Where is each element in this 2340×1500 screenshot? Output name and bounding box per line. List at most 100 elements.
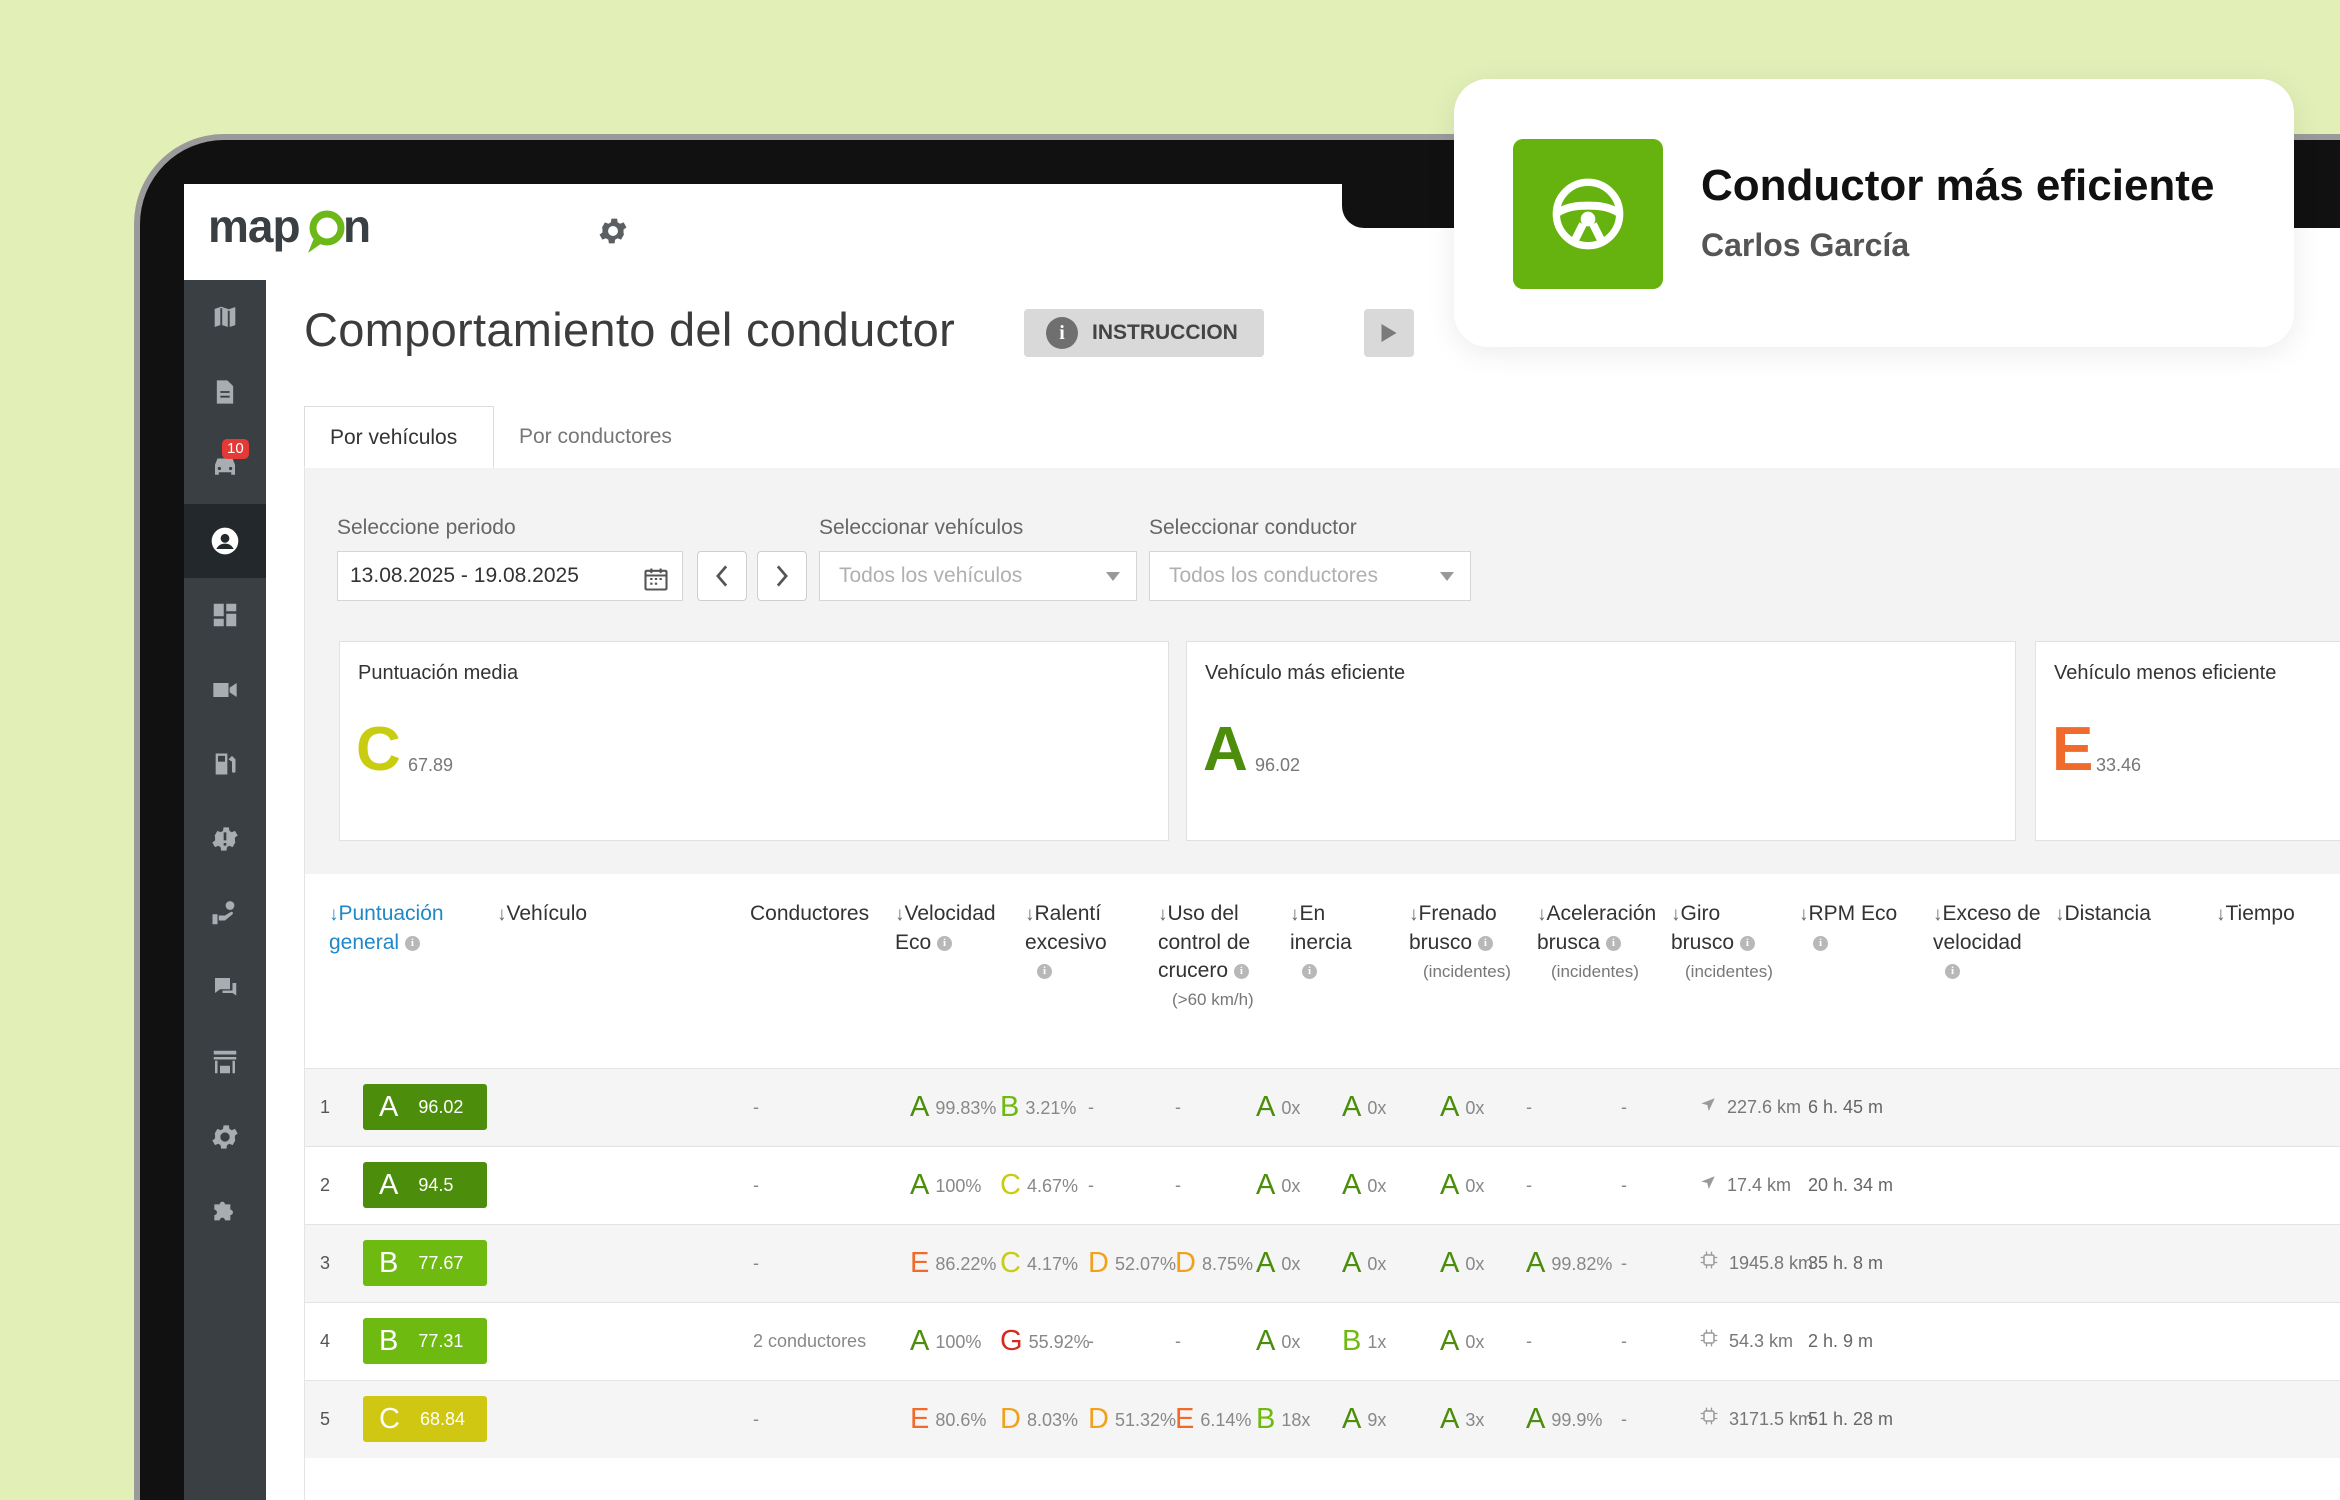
- turn-cell: A 0x: [1440, 1069, 1484, 1146]
- eco-cell: E 86.22%: [910, 1225, 996, 1302]
- settings-gear-icon[interactable]: [596, 214, 630, 253]
- drivers-cell[interactable]: 2 conductores: [753, 1303, 866, 1380]
- table-row[interactable]: 4 B 77.31 2 conductores A 100% G 55.92% - - A 0x B 1x…: [305, 1302, 2340, 1380]
- cruise-cell: -: [1088, 1069, 1094, 1146]
- info-icon[interactable]: i: [1813, 935, 1828, 951]
- col-accel-header[interactable]: ↓Aceleración brusca i (incidentes): [1537, 900, 1667, 985]
- sidebar-item-finance[interactable]: [184, 876, 266, 951]
- table-row[interactable]: 5 C 68.84- E 80.6% D 8.03% D 51.32% E 6.14% B 18x A 9x…: [305, 1380, 2340, 1458]
- col-idle-header[interactable]: ↓Ralentí excesivo i: [1025, 900, 1125, 985]
- col-coast-header[interactable]: ↓En inercia i: [1290, 900, 1375, 985]
- distance-value: 1945.8 km: [1729, 1253, 1814, 1273]
- grade-letter: A: [1256, 1247, 1276, 1279]
- tab-by-drivers[interactable]: Por conductores: [494, 406, 697, 468]
- chevron-right-icon: [776, 565, 788, 587]
- info-icon[interactable]: i: [937, 935, 953, 951]
- overspeed-cell: -: [1621, 1331, 1627, 1351]
- info-icon[interactable]: i: [404, 935, 420, 951]
- info-icon[interactable]: i: [1233, 963, 1249, 979]
- sidebar-item-integrations[interactable]: [184, 1174, 266, 1249]
- col-score-header[interactable]: ↓Puntuación general i: [329, 900, 459, 957]
- puzzle-icon: [214, 1201, 233, 1221]
- col-overspeed-header[interactable]: ↓Exceso de velocidad i: [1933, 900, 2043, 985]
- sidebar-item-fuel[interactable]: [184, 727, 266, 802]
- info-icon[interactable]: i: [1037, 963, 1052, 979]
- sidebar-item-video[interactable]: [184, 653, 266, 728]
- play-video-button[interactable]: [1364, 309, 1414, 357]
- calendar-icon[interactable]: [642, 563, 670, 611]
- logo-text-left: map: [208, 200, 300, 252]
- sidebar-item-dashboard[interactable]: [184, 578, 266, 653]
- cruise-cell: D 51.32%: [1088, 1381, 1176, 1458]
- col-turn-header[interactable]: ↓Giro brusco i (incidentes): [1671, 900, 1781, 985]
- grade-letter: A: [1440, 1403, 1460, 1435]
- metric-value: 55.92%: [1028, 1332, 1090, 1352]
- col-distance-header[interactable]: ↓Distancia: [2055, 900, 2151, 929]
- accel-cell: A 0x: [1342, 1147, 1386, 1224]
- previous-period-button[interactable]: [697, 551, 747, 601]
- info-icon[interactable]: i: [1739, 935, 1755, 951]
- notification-driver-name: Carlos García: [1701, 227, 1910, 263]
- period-date-input[interactable]: 13.08.2025 - 19.08.2025: [337, 551, 683, 601]
- sidebar-item-map[interactable]: [184, 280, 266, 355]
- metric-value: 0x: [1281, 1332, 1301, 1352]
- chip-icon: [1699, 1304, 1719, 1381]
- accel-cell: B 1x: [1342, 1303, 1386, 1380]
- sidebar-item-messages[interactable]: [184, 951, 266, 1026]
- table-row[interactable]: 1 A 96.02- A 99.83% B 3.21% - - A 0x A 0x A 0x - -227.6 …: [305, 1068, 2340, 1146]
- info-icon[interactable]: i: [1945, 963, 1960, 979]
- sidebar-item-store[interactable]: [184, 1025, 266, 1100]
- sidebar-item-vehicles[interactable]: 10: [184, 429, 266, 504]
- brake-cell: A 0x: [1256, 1225, 1300, 1302]
- col-braking-sublabel: (incidentes): [1423, 962, 1511, 981]
- metric-value: 0x: [1367, 1254, 1387, 1274]
- accel-cell: A 0x: [1342, 1069, 1386, 1146]
- sidebar-item-alerts[interactable]: [184, 802, 266, 877]
- driver-select[interactable]: Todos los conductores: [1149, 551, 1471, 601]
- grade-letter: A: [1526, 1247, 1546, 1279]
- table-row[interactable]: 2 A 94.5- A 100% C 4.67% - - A 0x A 0x A 0x - -17.4 km 20…: [305, 1146, 2340, 1224]
- col-coast-label: En inercia: [1290, 902, 1352, 954]
- chat-icon: [215, 977, 237, 996]
- dashboard-icon: [213, 604, 237, 627]
- col-eco-speed-header[interactable]: ↓Velocidad Eco i: [895, 900, 1010, 957]
- info-icon[interactable]: i: [1605, 935, 1621, 951]
- period-label: Seleccione periodo: [337, 516, 516, 539]
- next-period-button[interactable]: [757, 551, 807, 601]
- brake-cell: B 18x: [1256, 1381, 1310, 1458]
- card-title: Puntuación media: [358, 662, 519, 684]
- col-drivers-header: Conductores: [750, 900, 869, 928]
- eco-cell: A 100%: [910, 1147, 981, 1224]
- time-cell: 2 h. 9 m: [1808, 1331, 1874, 1351]
- distance-value: 3171.5 km: [1729, 1409, 1814, 1429]
- col-time-header[interactable]: ↓Tiempo: [2216, 900, 2295, 929]
- mapon-logo[interactable]: map n: [208, 198, 388, 265]
- grade-letter: E: [1175, 1403, 1195, 1435]
- sidebar-item-driver-behavior[interactable]: [184, 503, 266, 578]
- info-icon[interactable]: i: [1302, 963, 1317, 979]
- sidebar-item-settings[interactable]: [184, 1100, 266, 1175]
- instruction-button[interactable]: i INSTRUCCION: [1024, 309, 1264, 357]
- metric-value: 99.9%: [1551, 1410, 1603, 1430]
- sidebar: 10: [184, 280, 266, 1500]
- vehicles-select[interactable]: Todos los vehículos: [819, 551, 1137, 601]
- col-braking-header[interactable]: ↓Frenado brusco i (incidentes): [1409, 900, 1519, 985]
- cruise-cell: D 52.07%: [1088, 1225, 1176, 1302]
- tab-by-vehicles[interactable]: Por vehículos: [304, 406, 494, 468]
- table-row[interactable]: 3 B 77.67- E 86.22% C 4.17% D 52.07% D 8.75% A 0x A 0x…: [305, 1224, 2340, 1302]
- sidebar-item-documents[interactable]: [184, 355, 266, 430]
- grade-letter: E: [910, 1247, 930, 1279]
- col-rpm-header[interactable]: ↓RPM Eco i: [1799, 900, 1909, 957]
- col-cruise-header[interactable]: ↓Uso del control de crucero i (>60 km/h): [1158, 900, 1278, 1013]
- info-icon[interactable]: i: [1477, 935, 1493, 951]
- score-grade: A: [379, 1168, 399, 1201]
- grade-letter: A: [1440, 1169, 1460, 1201]
- main-content: Comportamiento del conductor i INSTRUCCI…: [266, 280, 2340, 1500]
- grade-letter: E: [910, 1403, 930, 1435]
- cruise-cell: -: [1088, 1303, 1094, 1380]
- overall-score-badge: A 96.02: [363, 1084, 487, 1130]
- tab-content: Seleccione periodo 13.08.2025 - 19.08.20…: [304, 468, 2340, 1500]
- fuel-icon: [215, 753, 236, 775]
- settings-icon: [212, 1125, 238, 1149]
- col-vehicle-header[interactable]: ↓Vehículo: [497, 900, 587, 929]
